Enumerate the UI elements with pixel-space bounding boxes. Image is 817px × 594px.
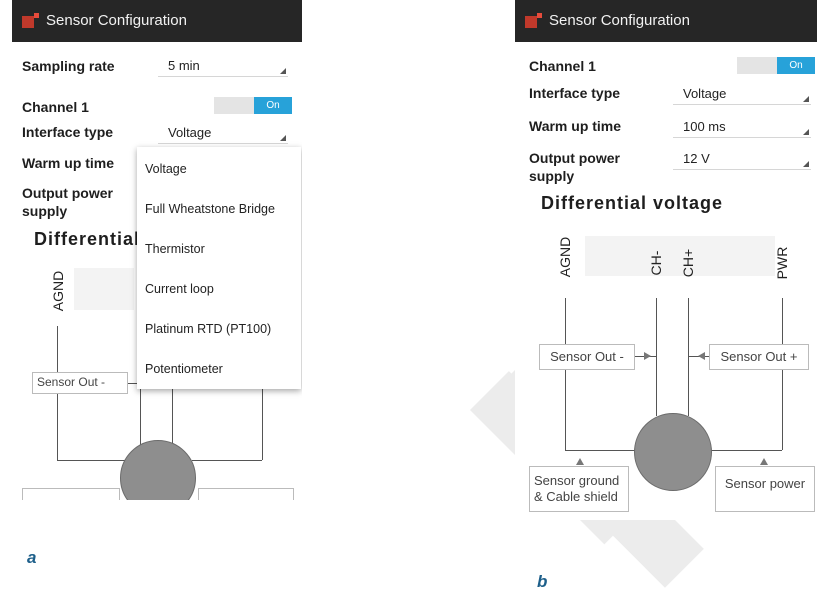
wire-power-bus — [192, 460, 262, 461]
faded-pin-area — [74, 268, 134, 310]
dropdown-option-current-loop[interactable]: Current loop — [145, 282, 214, 296]
sensor-ground-box-partial — [22, 488, 120, 500]
sensor-ground-line2: & Cable shield — [534, 489, 618, 504]
pin-label-agnd: AGND — [557, 236, 573, 278]
pin-label-agnd: AGND — [50, 270, 66, 312]
wire-ch-minus — [140, 388, 141, 450]
sampling-rate-value: 5 min — [168, 58, 200, 73]
output-power-label-line1: Output power — [529, 150, 620, 166]
sensor-ground-line1: Sensor ground — [534, 473, 620, 488]
sensor-circle — [634, 413, 712, 491]
spinner-arrow-icon — [280, 68, 286, 74]
app-title: Sensor Configuration — [549, 12, 690, 29]
output-power-spinner[interactable]: 12 V — [673, 149, 811, 170]
spinner-arrow-icon — [280, 135, 286, 141]
wire-ch-minus — [656, 298, 657, 416]
sensor-power-box: Sensor power — [715, 466, 815, 512]
panel-caption-b: b — [537, 572, 548, 591]
output-power-value: 12 V — [683, 151, 710, 166]
toggle-on-label: On — [254, 97, 292, 114]
warm-up-time-value: 100 ms — [683, 119, 726, 134]
sensor-out-minus-box: Sensor Out - — [539, 344, 635, 370]
pin-label-ch-plus: CH+ — [680, 248, 696, 278]
sensor-out-plus-box: Sensor Out + — [709, 344, 809, 370]
wire-ground-bus — [565, 450, 639, 451]
phone-screen-b: Sensor Configuration Channel 1 On Interf… — [515, 0, 817, 520]
warm-up-time-label: Warm up time — [22, 155, 115, 171]
arrow-up-icon — [760, 458, 768, 465]
interface-type-dropdown-menu: Voltage Full Wheatstone Bridge Thermisto… — [137, 147, 301, 389]
spinner-arrow-icon — [803, 129, 809, 135]
arrow-left-icon — [698, 352, 705, 360]
output-power-label-line2: supply — [22, 203, 68, 219]
arrow-right-icon — [644, 352, 651, 360]
wire-pwr — [262, 388, 263, 460]
channel-toggle[interactable]: On — [737, 57, 815, 74]
diagram-title: Differential voltage — [541, 193, 724, 213]
sensor-out-minus-box: Sensor Out - — [32, 372, 128, 394]
channel-label: Channel 1 — [529, 58, 596, 74]
interface-type-label: Interface type — [529, 85, 621, 101]
arrow-up-icon — [576, 458, 584, 465]
warm-up-time-label: Warm up time — [529, 118, 622, 134]
phone-screen-a: Sensor Configuration Sampling rate 5 min… — [12, 0, 302, 500]
dropdown-option-platinum-rtd[interactable]: Platinum RTD (PT100) — [145, 322, 271, 336]
app-title: Sensor Configuration — [46, 12, 187, 29]
sampling-rate-spinner[interactable]: 5 min — [158, 56, 288, 77]
pin-label-ch-minus: CH- — [648, 250, 664, 276]
dropdown-option-voltage[interactable]: Voltage — [145, 162, 187, 176]
sensor-power-box-partial — [198, 488, 294, 500]
output-power-label-line1: Output power — [22, 185, 113, 201]
wire-agnd-lower — [57, 394, 58, 460]
output-power-label-line2: supply — [529, 168, 575, 184]
sampling-rate-label: Sampling rate — [22, 58, 115, 74]
channel-label: Channel 1 — [22, 99, 89, 115]
interface-type-label: Interface type — [22, 124, 114, 140]
wire-agnd — [565, 298, 566, 344]
warm-up-time-spinner[interactable]: 100 ms — [673, 117, 811, 138]
diagram-title: Differential — [34, 229, 141, 249]
wire-pwr — [782, 298, 783, 344]
dropdown-option-thermistor[interactable]: Thermistor — [145, 242, 205, 256]
interface-type-value: Voltage — [683, 86, 727, 101]
channel-toggle[interactable]: On — [214, 97, 292, 114]
wire-pwr-lower — [782, 370, 783, 450]
dropdown-option-potentiometer[interactable]: Potentiometer — [145, 362, 223, 376]
spinner-arrow-icon — [803, 161, 809, 167]
interface-type-spinner[interactable]: Voltage — [158, 123, 288, 144]
wire-agnd — [57, 326, 58, 372]
wire-ground-bus — [57, 460, 127, 461]
app-bar: Sensor Configuration — [515, 0, 817, 42]
app-bar: Sensor Configuration — [12, 0, 302, 42]
spinner-arrow-icon — [803, 96, 809, 102]
dropdown-option-full-wheatstone-bridge[interactable]: Full Wheatstone Bridge — [145, 202, 275, 216]
panel-caption-a: a — [27, 548, 37, 567]
interface-type-spinner[interactable]: Voltage — [673, 84, 811, 105]
toggle-on-label: On — [777, 57, 815, 74]
wire-ch-plus — [688, 298, 689, 416]
app-logo-icon — [525, 13, 542, 28]
sensor-ground-box: Sensor ground & Cable shield — [529, 466, 629, 512]
app-logo-icon — [22, 13, 39, 28]
wire-agnd-lower — [565, 370, 566, 450]
wire-ch-plus — [172, 388, 173, 450]
wire-power-bus — [707, 450, 782, 451]
interface-type-value: Voltage — [168, 125, 212, 140]
sensor-circle — [120, 440, 196, 500]
pin-label-pwr: PWR — [774, 246, 790, 280]
